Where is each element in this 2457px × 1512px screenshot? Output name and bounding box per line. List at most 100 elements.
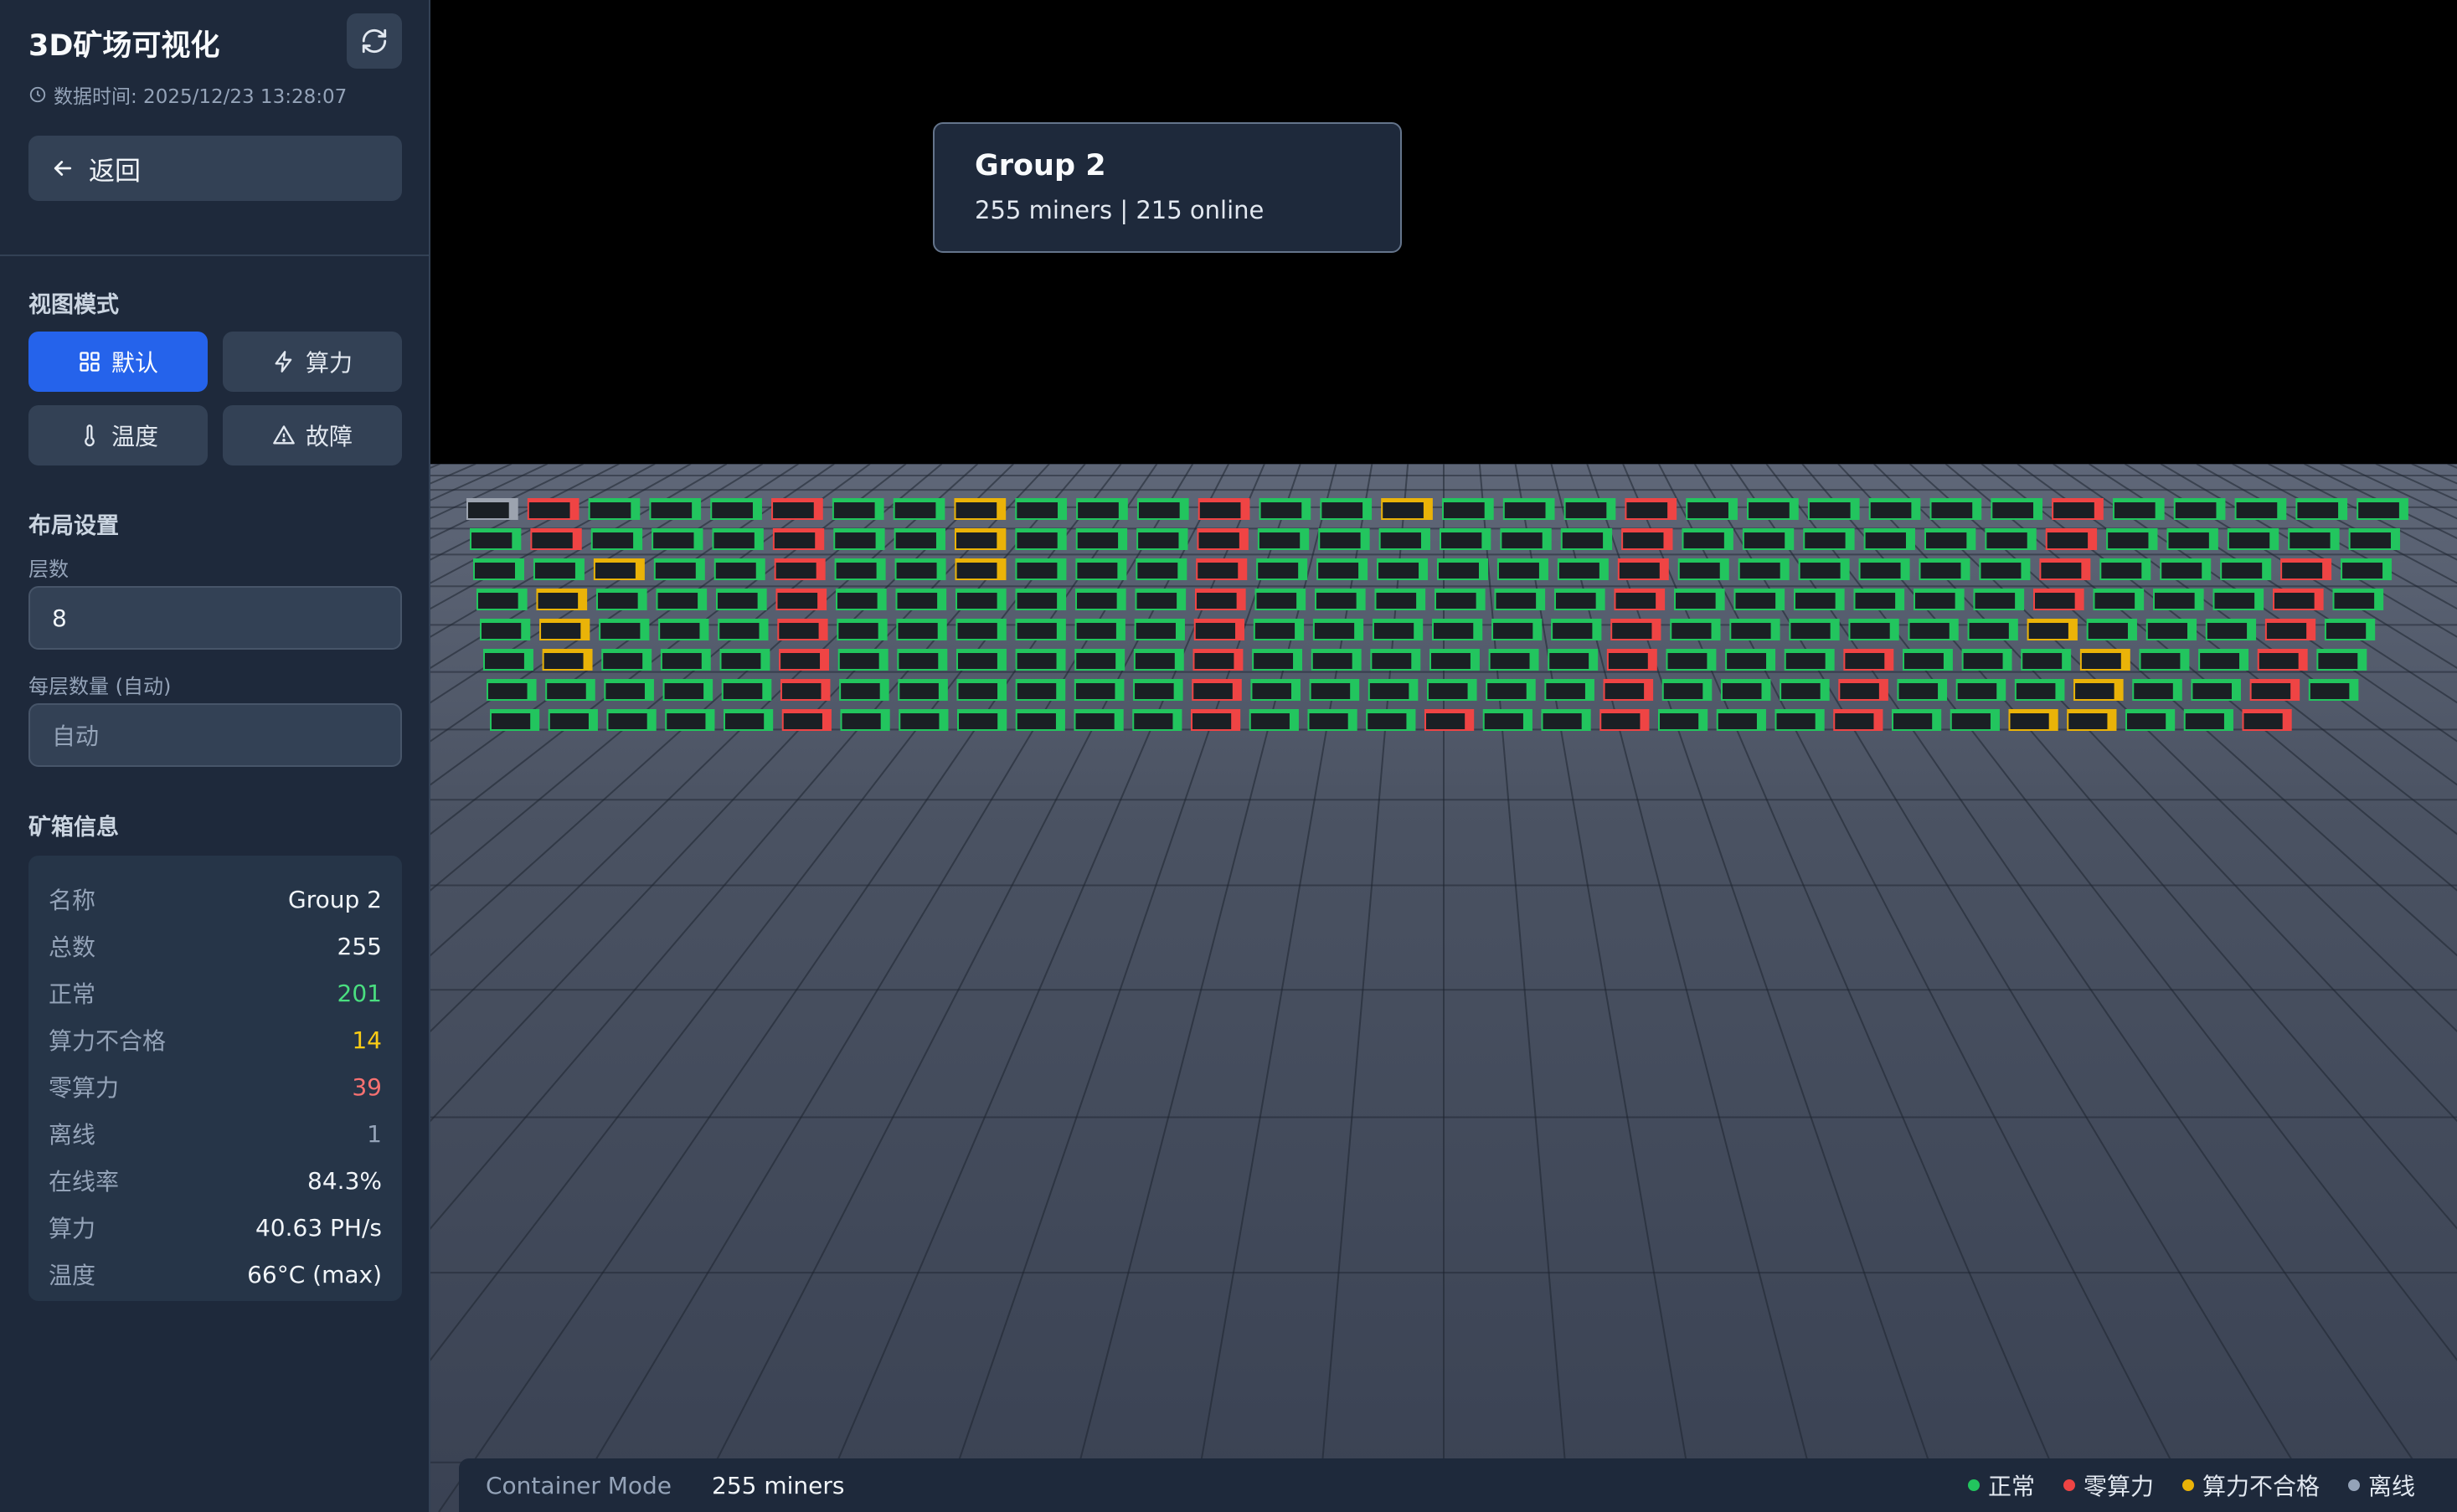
miner-box[interactable] (779, 649, 830, 671)
miner-box[interactable] (837, 649, 889, 671)
miner-box[interactable] (1132, 709, 1182, 731)
miner-box[interactable] (956, 589, 1007, 610)
miner-box[interactable] (1440, 528, 1491, 550)
miner-box[interactable] (1075, 589, 1126, 610)
miner-box[interactable] (527, 498, 579, 520)
view-mode-fault-button[interactable]: 故障 (223, 405, 402, 465)
miner-box[interactable] (1136, 498, 1189, 520)
miner-box[interactable] (1309, 679, 1360, 701)
miner-box[interactable] (955, 558, 1007, 580)
miner-box[interactable] (1015, 498, 1068, 520)
miner-box[interactable] (1076, 498, 1128, 520)
miner-box[interactable] (2357, 498, 2408, 520)
miner-box[interactable] (1682, 528, 1733, 550)
miner-box[interactable] (719, 649, 770, 671)
miner-box[interactable] (1015, 528, 1067, 550)
miner-box[interactable] (1557, 558, 1609, 580)
miner-box[interactable] (1197, 528, 1249, 550)
miner-box[interactable] (1924, 528, 1976, 550)
miner-box[interactable] (1192, 679, 1242, 701)
miner-box[interactable] (1716, 709, 1766, 731)
miner-box[interactable] (1502, 498, 1555, 520)
miner-box[interactable] (656, 589, 708, 610)
miner-box[interactable] (1789, 619, 1840, 640)
miner-box[interactable] (652, 528, 703, 550)
miner-box[interactable] (2125, 709, 2176, 731)
miner-box[interactable] (1015, 589, 1067, 610)
miner-box[interactable] (2234, 498, 2287, 520)
miner-box[interactable] (545, 679, 595, 701)
miner-box[interactable] (1435, 589, 1486, 610)
miner-box[interactable] (1488, 649, 1539, 671)
miner-box[interactable] (1794, 589, 1845, 610)
miner-box[interactable] (1316, 558, 1368, 580)
miner-box[interactable] (1544, 679, 1594, 701)
miner-box[interactable] (601, 649, 652, 671)
miner-box[interactable] (780, 679, 831, 701)
miner-box[interactable] (1606, 649, 1657, 671)
miner-box[interactable] (606, 709, 657, 731)
refresh-button[interactable] (347, 13, 402, 69)
miner-box[interactable] (1610, 619, 1661, 640)
miner-box[interactable] (1249, 709, 1299, 731)
miner-box[interactable] (1311, 649, 1362, 671)
miner-box[interactable] (596, 589, 647, 610)
miner-box[interactable] (1429, 649, 1480, 671)
miner-box[interactable] (2008, 709, 2058, 731)
miner-box[interactable] (1798, 558, 1850, 580)
miner-box[interactable] (712, 528, 764, 550)
miner-box[interactable] (1848, 619, 1899, 640)
miner-box[interactable] (955, 528, 1007, 550)
miner-box[interactable] (2099, 558, 2151, 580)
miner-box[interactable] (480, 619, 531, 640)
miner-box[interactable] (1257, 528, 1310, 550)
miner-box[interactable] (2079, 649, 2130, 671)
miner-box[interactable] (2073, 679, 2124, 701)
miner-box[interactable] (2166, 528, 2218, 550)
miner-box[interactable] (718, 619, 769, 640)
miner-box[interactable] (1784, 649, 1835, 671)
miner-box[interactable] (899, 709, 949, 731)
miner-box[interactable] (2153, 589, 2204, 610)
miner-box[interactable] (771, 498, 823, 520)
miner-box[interactable] (649, 498, 702, 520)
miner-box[interactable] (1614, 589, 1666, 610)
miner-box[interactable] (1548, 649, 1599, 671)
miner-box[interactable] (2191, 679, 2241, 701)
miner-box[interactable] (1198, 498, 1250, 520)
miner-box[interactable] (724, 709, 774, 731)
miner-box[interactable] (1136, 558, 1187, 580)
miner-box[interactable] (1843, 649, 1894, 671)
miner-box[interactable] (1551, 619, 1602, 640)
miner-box[interactable] (1991, 498, 2043, 520)
miner-box[interactable] (1774, 709, 1825, 731)
miner-box[interactable] (1803, 528, 1855, 550)
miner-box[interactable] (1955, 679, 2006, 701)
miner-box[interactable] (1135, 589, 1187, 610)
layers-input[interactable]: 8 (28, 586, 402, 650)
miner-box[interactable] (1919, 558, 1970, 580)
miner-box[interactable] (1720, 679, 1771, 701)
miner-box[interactable] (2014, 679, 2065, 701)
miner-box[interactable] (1366, 709, 1416, 731)
miner-box[interactable] (487, 679, 537, 701)
miner-box[interactable] (536, 589, 588, 610)
miner-box[interactable] (1617, 558, 1669, 580)
miner-box[interactable] (1442, 498, 1494, 520)
miner-box[interactable] (2033, 589, 2084, 610)
miner-box[interactable] (590, 528, 643, 550)
miner-box[interactable] (1432, 619, 1483, 640)
miner-box[interactable] (1914, 589, 1965, 610)
view-mode-hashrate-button[interactable]: 算力 (223, 332, 402, 392)
miner-box[interactable] (956, 619, 1007, 640)
miner-box[interactable] (1729, 619, 1780, 640)
miner-box[interactable] (1015, 649, 1066, 671)
miner-box[interactable] (2021, 649, 2072, 671)
miner-box[interactable] (839, 679, 889, 701)
miner-box[interactable] (897, 649, 948, 671)
miner-box[interactable] (834, 558, 886, 580)
miner-box[interactable] (2027, 619, 2078, 640)
miner-box[interactable] (1315, 589, 1366, 610)
miner-box[interactable] (1961, 649, 2012, 671)
miner-box[interactable] (721, 679, 772, 701)
